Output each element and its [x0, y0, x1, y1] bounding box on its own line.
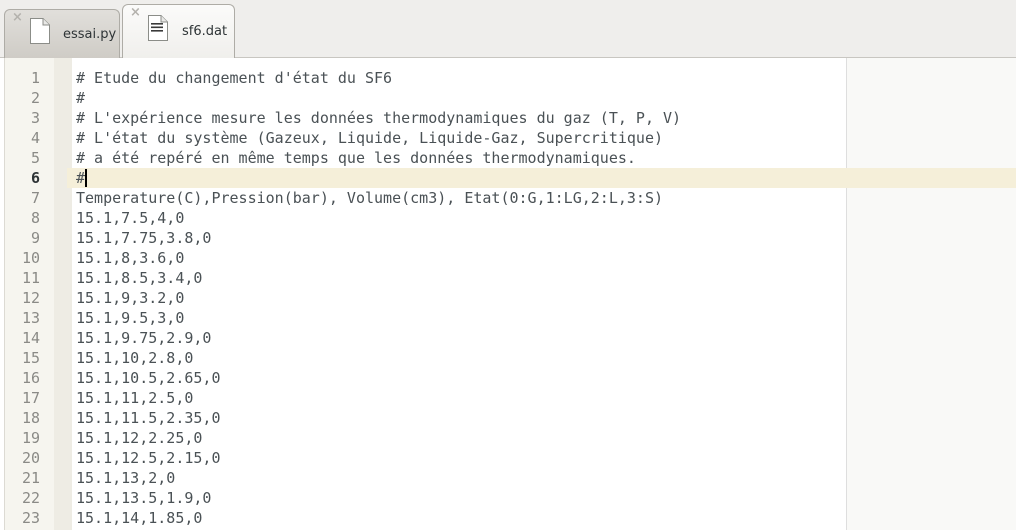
line-number: 17: [21, 389, 40, 407]
right-margin-area: [846, 58, 1016, 530]
code-line[interactable]: Temperature(C),Pression(bar), Volume(cm3…: [76, 188, 681, 208]
code-line[interactable]: 15.1,11.5,2.35,0: [76, 408, 681, 428]
code-text[interactable]: # Etude du changement d'état du SF6 # # …: [76, 68, 681, 528]
line-numbers: 1 2 3 4 5 6 7 8 9 10 11 12 13 14 15 16 1…: [4, 68, 40, 528]
code-line[interactable]: 15.1,12.5,2.15,0: [76, 448, 681, 468]
code-line[interactable]: 15.1,13,2,0: [76, 468, 681, 488]
line-number: 10: [21, 249, 40, 267]
line-number: 21: [21, 469, 40, 487]
code-line[interactable]: 15.1,8.5,3.4,0: [76, 268, 681, 288]
code-line[interactable]: 15.1,11,2.5,0: [76, 388, 681, 408]
line-number: 8: [30, 209, 40, 227]
line-number: 7: [30, 189, 40, 207]
code-editor[interactable]: 1 2 3 4 5 6 7 8 9 10 11 12 13 14 15 16 1…: [0, 58, 1016, 530]
line-number: 4: [30, 129, 40, 147]
tab-close-icon[interactable]: ×: [130, 6, 141, 20]
tab-essai-py[interactable]: × essai.py: [4, 9, 120, 58]
line-number: 3: [30, 109, 40, 127]
code-line[interactable]: # L'état du système (Gazeux, Liquide, Li…: [76, 128, 681, 148]
code-line[interactable]: 15.1,14,1.85,0: [76, 508, 681, 528]
code-line[interactable]: # a été repéré en même temps que les don…: [76, 148, 681, 168]
line-number: 14: [21, 329, 40, 347]
code-line[interactable]: 15.1,8,3.6,0: [76, 248, 681, 268]
code-line[interactable]: # Etude du changement d'état du SF6: [76, 68, 681, 88]
code-line[interactable]: 15.1,13.5,1.9,0: [76, 488, 681, 508]
tab-bar: × essai.py × sf6.dat: [0, 0, 1016, 58]
code-line[interactable]: 15.1,9,3.2,0: [76, 288, 681, 308]
line-number: 23: [21, 509, 40, 527]
code-line[interactable]: 15.1,9.5,3,0: [76, 308, 681, 328]
code-line[interactable]: 15.1,7.5,4,0: [76, 208, 681, 228]
text-cursor: [85, 169, 87, 187]
line-number: 5: [30, 149, 40, 167]
line-number: 19: [21, 429, 40, 447]
line-number: 18: [21, 409, 40, 427]
code-line[interactable]: 15.1,9.75,2.9,0: [76, 328, 681, 348]
line-number-current: 6: [30, 169, 40, 187]
line-number: 12: [21, 289, 40, 307]
line-number: 22: [21, 489, 40, 507]
code-line[interactable]: 15.1,12,2.25,0: [76, 428, 681, 448]
gutter-margin: [54, 58, 72, 530]
text-document-icon: [148, 15, 168, 41]
code-line[interactable]: 15.1,10.5,2.65,0: [76, 368, 681, 388]
code-line[interactable]: #: [76, 88, 681, 108]
line-number: 15: [21, 349, 40, 367]
line-number: 20: [21, 449, 40, 467]
code-line[interactable]: 15.1,10,2.8,0: [76, 348, 681, 368]
tab-close-icon[interactable]: ×: [12, 11, 23, 25]
line-number: 11: [21, 269, 40, 287]
code-line[interactable]: # L'expérience mesure les données thermo…: [76, 108, 681, 128]
line-number: 1: [30, 69, 40, 87]
code-line-current[interactable]: #: [76, 168, 681, 188]
tab-label: sf6.dat: [182, 24, 228, 39]
line-number: 9: [30, 229, 40, 247]
line-number: 13: [21, 309, 40, 327]
code-line[interactable]: 15.1,7.75,3.8,0: [76, 228, 681, 248]
line-number: 16: [21, 369, 40, 387]
text-file-icon: [30, 18, 50, 44]
tab-label: essai.py: [63, 27, 117, 42]
line-number: 2: [30, 89, 40, 107]
tab-sf6-dat[interactable]: × sf6.dat: [122, 4, 235, 58]
